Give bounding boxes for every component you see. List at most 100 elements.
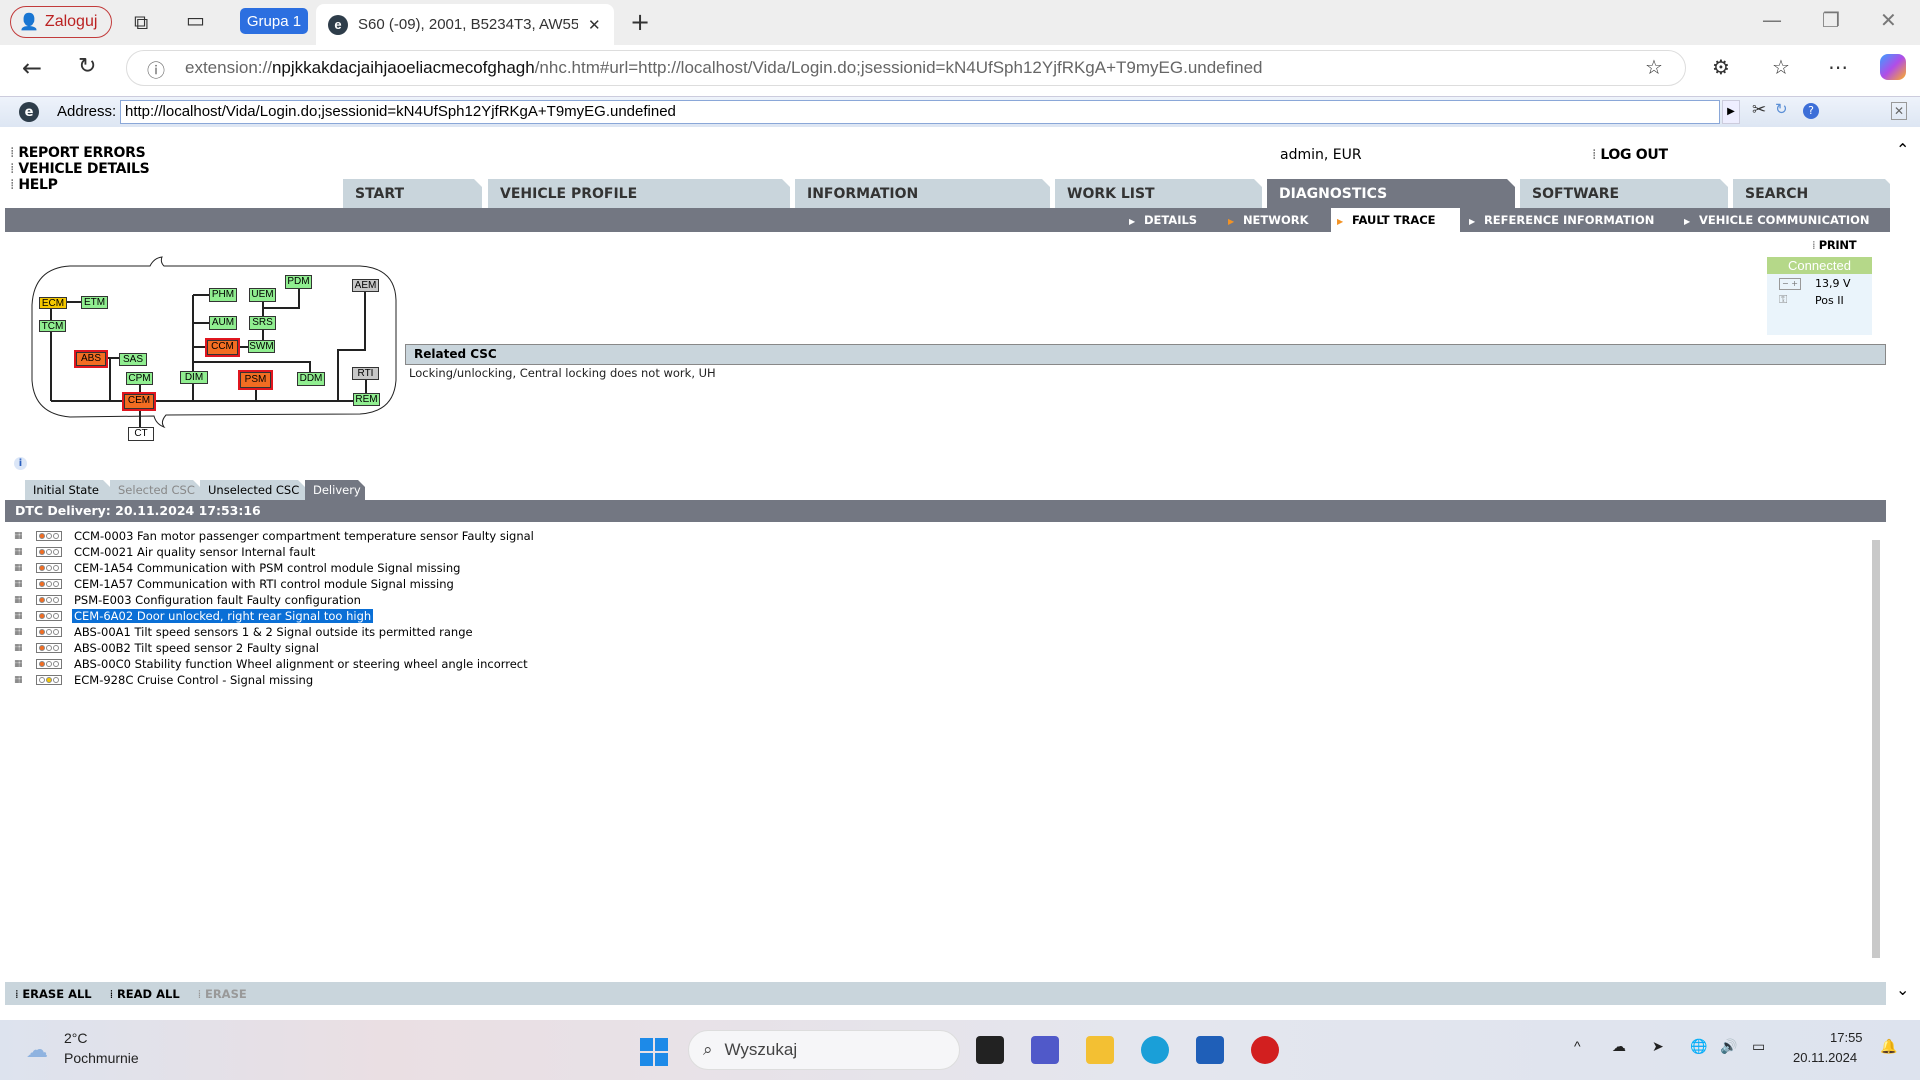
subtab-vehicle-communication[interactable]: VEHICLE COMMUNICATION <box>1678 208 1878 232</box>
weather-temp[interactable]: 2°C <box>64 1030 88 1046</box>
ecu-rti[interactable]: RTI <box>352 367 379 380</box>
read-all-button[interactable]: READ ALL <box>110 987 180 1005</box>
network-icon[interactable]: 🌐 <box>1690 1038 1707 1055</box>
erase-button[interactable]: ERASE <box>198 987 247 1005</box>
active-browser-tab[interactable]: e S60 (-09), 2001, B5234T3, AW55-5 ✕ <box>316 4 614 45</box>
dtc-row[interactable]: ▦ ABS-00A1 Tilt speed sensors 1 & 2 Signa… <box>14 624 475 640</box>
dtc-row[interactable]: ▦ CEM-1A54 Communication with PSM control… <box>14 560 462 576</box>
tab-diagnostics[interactable]: DIAGNOSTICS <box>1267 179 1515 208</box>
drag-handle-icon[interactable]: ▦ <box>14 643 24 653</box>
print-link[interactable]: PRINT <box>1812 238 1857 252</box>
tools-icon[interactable]: ✂ <box>1752 100 1766 120</box>
task-view-icon[interactable] <box>976 1036 1004 1064</box>
subtab-details[interactable]: DETAILS <box>1123 208 1205 232</box>
clock-time[interactable]: 17:55 <box>1830 1030 1863 1045</box>
ecu-dim[interactable]: DIM <box>180 371 208 384</box>
subtab-reference-information[interactable]: REFERENCE INFORMATION <box>1463 208 1662 232</box>
ecu-ccm[interactable]: CCM <box>205 338 240 357</box>
drag-handle-icon[interactable]: ▦ <box>14 675 24 685</box>
file-explorer-icon[interactable] <box>1086 1036 1114 1064</box>
ecu-tcm[interactable]: TCM <box>39 320 66 332</box>
ecu-psm[interactable]: PSM <box>238 370 273 390</box>
tray-chevron-icon[interactable]: ^ <box>1574 1038 1581 1054</box>
tab-work-list[interactable]: WORK LIST <box>1055 179 1262 208</box>
favorite-star-icon[interactable]: ☆ <box>1645 55 1663 79</box>
volume-icon[interactable]: 🔊 <box>1720 1038 1737 1055</box>
related-csc-item[interactable]: Locking/unlocking, Central locking does … <box>409 366 716 380</box>
tab-vehicle-profile[interactable]: VEHICLE PROFILE <box>488 179 790 208</box>
drag-handle-icon[interactable]: ▦ <box>14 611 24 621</box>
back-icon[interactable]: ← <box>22 54 42 82</box>
drag-handle-icon[interactable]: ▦ <box>14 595 24 605</box>
info-icon[interactable]: i <box>14 457 27 470</box>
ecu-swm[interactable]: SWM <box>248 340 275 353</box>
ecu-aem[interactable]: AEM <box>352 279 379 292</box>
subtab-network[interactable]: NETWORK <box>1222 208 1317 232</box>
help-link[interactable]: HELP <box>10 177 58 193</box>
location-icon[interactable]: ➤ <box>1652 1038 1664 1055</box>
store-icon[interactable] <box>1196 1036 1224 1064</box>
tab-initial-state[interactable]: Initial State <box>25 480 110 500</box>
ecu-phm[interactable]: PHM <box>209 288 237 302</box>
vehicle-details-link[interactable]: VEHICLE DETAILS <box>10 161 149 177</box>
subtab-fault-trace[interactable]: FAULT TRACE <box>1331 208 1460 232</box>
onedrive-icon[interactable]: ☁ <box>1612 1038 1626 1055</box>
ecu-cem[interactable]: CEM <box>122 392 156 411</box>
ecu-pdm[interactable]: PDM <box>285 275 312 289</box>
notification-bell-icon[interactable]: 🔔 <box>1880 1038 1897 1055</box>
ecu-sas[interactable]: SAS <box>119 353 147 366</box>
tab-delivery[interactable]: Delivery <box>305 480 365 500</box>
scroll-down-icon[interactable]: ⌄ <box>1896 980 1909 999</box>
ecu-cpm[interactable]: CPM <box>126 372 153 385</box>
logout-link[interactable]: LOG OUT <box>1592 147 1668 163</box>
tab-search[interactable]: SEARCH <box>1733 179 1893 208</box>
page-scrollbar[interactable]: ⌃ ⌄ <box>1890 130 1918 1010</box>
ecu-ct[interactable]: CT <box>128 427 154 441</box>
tab-start[interactable]: START <box>343 179 482 208</box>
weather-desc[interactable]: Pochmurnie <box>64 1050 139 1066</box>
close-bar-icon[interactable]: ✕ <box>1891 102 1907 120</box>
dtc-row[interactable]: ▦ ECM-928C Cruise Control - Signal missin… <box>14 672 315 688</box>
ecu-aum[interactable]: AUM <box>209 316 237 330</box>
battery-tray-icon[interactable]: ▭ <box>1752 1038 1765 1055</box>
ecu-ddm[interactable]: DDM <box>297 372 325 386</box>
drag-handle-icon[interactable]: ▦ <box>14 531 24 541</box>
close-tab-icon[interactable]: ✕ <box>588 16 601 34</box>
app-icon[interactable] <box>1251 1036 1279 1064</box>
help-icon[interactable]: ? <box>1803 103 1819 119</box>
tab-information[interactable]: INFORMATION <box>795 179 1050 208</box>
tab-selected-csc[interactable]: Selected CSC <box>110 480 200 500</box>
start-icon[interactable] <box>640 1038 668 1066</box>
maximize-icon[interactable]: ❐ <box>1822 8 1840 32</box>
dtc-row[interactable]: ▦ ABS-00C0 Stability function Wheel align… <box>14 656 530 672</box>
dtc-row[interactable]: ▦ CCM-0021 Air quality sensor Internal fa… <box>14 544 317 560</box>
sync-icon[interactable]: ↻ <box>1775 100 1788 118</box>
close-window-icon[interactable]: ✕ <box>1880 8 1897 32</box>
favorites-icon[interactable]: ☆ <box>1772 55 1790 79</box>
report-errors-link[interactable]: REPORT ERRORS <box>10 145 145 161</box>
clock-date[interactable]: 20.11.2024 <box>1793 1050 1857 1065</box>
minimize-icon[interactable]: — <box>1762 8 1782 32</box>
address-input[interactable]: http://localhost/Vida/Login.do;jsessioni… <box>120 100 1720 124</box>
reload-icon[interactable]: ↻ <box>78 54 96 79</box>
dtc-row[interactable]: ▦ ABS-00B2 Tilt speed sensor 2 Faulty sig… <box>14 640 321 656</box>
ecu-ecm[interactable]: ECM <box>39 297 67 309</box>
dtc-row[interactable]: ▦ PSM-E003 Configuration fault Faulty con… <box>14 592 363 608</box>
drag-handle-icon[interactable]: ▦ <box>14 659 24 669</box>
tab-unselected-csc[interactable]: Unselected CSC <box>200 480 305 500</box>
drag-handle-icon[interactable]: ▦ <box>14 579 24 589</box>
ecu-abs[interactable]: ABS <box>74 350 108 368</box>
ecu-uem[interactable]: UEM <box>249 288 276 302</box>
ecu-etm[interactable]: ETM <box>81 296 108 309</box>
profile-button[interactable]: 👤 Zaloguj <box>10 6 112 38</box>
extensions-icon[interactable]: ⚙ <box>1712 55 1730 79</box>
drag-handle-icon[interactable]: ▦ <box>14 547 24 557</box>
drag-handle-icon[interactable]: ▦ <box>14 563 24 573</box>
vertical-tabs-icon[interactable]: ▭ <box>186 8 205 32</box>
more-icon[interactable]: ⋯ <box>1828 55 1848 79</box>
copilot-icon[interactable] <box>1880 54 1906 80</box>
taskbar-search[interactable]: ⌕ Wyszukaj <box>688 1030 960 1070</box>
dtc-row[interactable]: ▦ CEM-6A02 Door unlocked, right rear Sign… <box>14 608 374 624</box>
scroll-up-icon[interactable]: ⌃ <box>1896 140 1909 159</box>
erase-all-button[interactable]: ERASE ALL <box>15 987 91 1005</box>
